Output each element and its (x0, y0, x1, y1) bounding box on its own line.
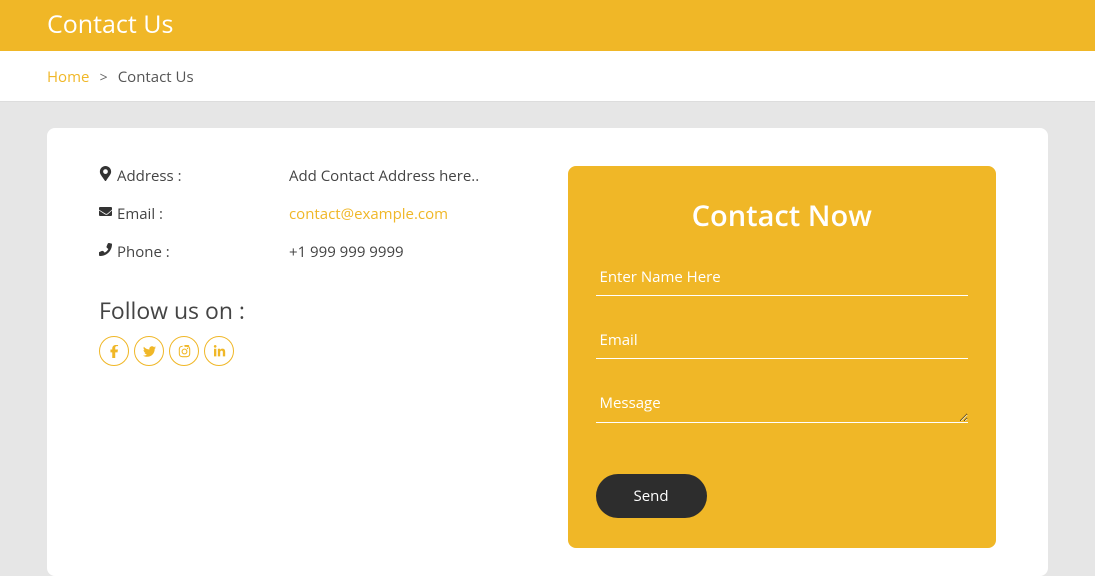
contact-form-panel: Contact Now Send (568, 166, 997, 548)
phone-label: Phone : (117, 242, 170, 262)
email-link[interactable]: contact@example.com (289, 204, 448, 224)
envelope-icon (99, 204, 112, 224)
email-label: Email : (117, 204, 163, 224)
email-row: Email : contact@example.com (99, 204, 528, 224)
message-input[interactable] (596, 385, 969, 423)
breadcrumb-home-link[interactable]: Home (47, 67, 89, 87)
name-input[interactable] (596, 259, 969, 296)
email-input[interactable] (596, 322, 969, 359)
follow-heading: Follow us on : (99, 294, 528, 326)
send-button[interactable]: Send (596, 474, 707, 518)
instagram-icon[interactable] (169, 336, 199, 366)
page-title: Contact Us (47, 7, 1048, 41)
facebook-icon[interactable] (99, 336, 129, 366)
social-row (99, 336, 528, 366)
linkedin-icon[interactable] (204, 336, 234, 366)
address-label: Address : (117, 166, 182, 186)
breadcrumb: Home > Contact Us (0, 51, 1095, 102)
map-marker-icon (99, 166, 112, 186)
phone-icon (99, 242, 112, 262)
form-title: Contact Now (596, 196, 969, 235)
address-value: Add Contact Address here.. (289, 166, 528, 186)
breadcrumb-current: Contact Us (118, 67, 194, 87)
contact-card: Address : Add Contact Address here.. Ema… (47, 128, 1048, 576)
header-band: Contact Us (0, 0, 1095, 51)
address-row: Address : Add Contact Address here.. (99, 166, 528, 186)
phone-row: Phone : +1 999 999 9999 (99, 242, 528, 262)
phone-value: +1 999 999 9999 (289, 242, 528, 262)
breadcrumb-separator: > (100, 68, 108, 87)
twitter-icon[interactable] (134, 336, 164, 366)
